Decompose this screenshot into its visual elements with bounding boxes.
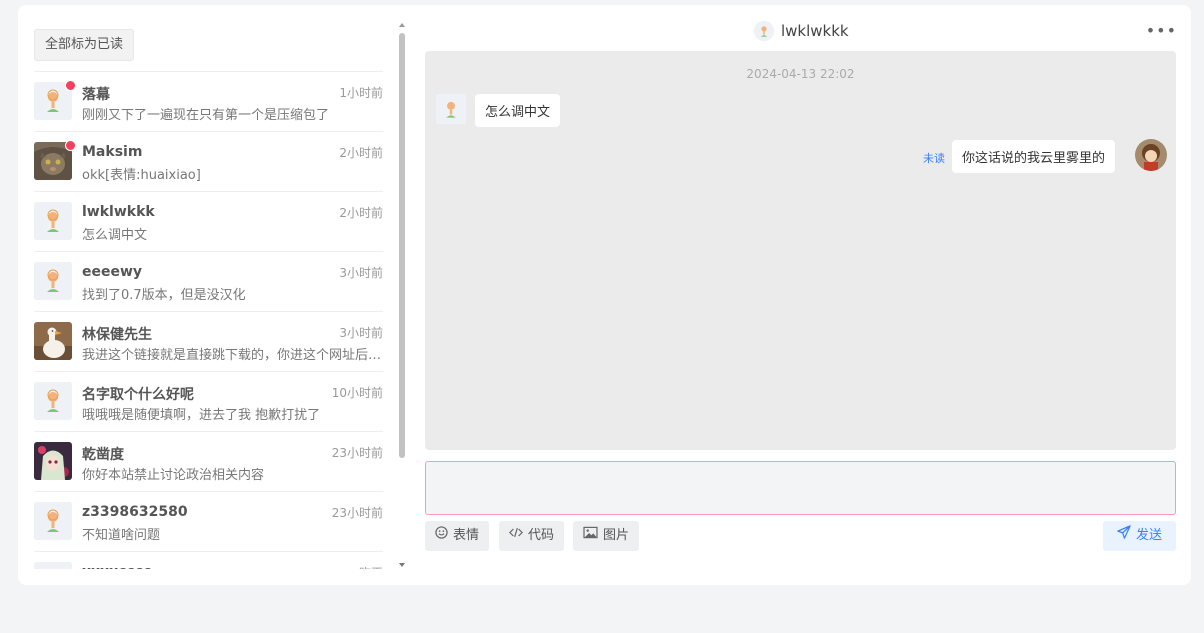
unread-status: 未读 — [923, 152, 945, 165]
conversation-name: xxxxcccc — [82, 564, 151, 569]
scrollbar-thumb[interactable] — [399, 33, 405, 458]
send-button[interactable]: 发送 — [1102, 521, 1176, 551]
received-message-bubble: 怎么调中文 — [475, 94, 561, 127]
conversation-item[interactable]: 乾凿度 23小时前你好本站禁止讨论政治相关内容 — [34, 431, 383, 491]
mark-all-read-button[interactable]: 全部标为已读 — [34, 29, 135, 61]
conversation-name: lwklwkkk — [82, 204, 155, 220]
conversation-time: 2小时前 — [339, 206, 383, 220]
conversation-item[interactable]: 林保健先生 3小时前我进这个链接就是直接跳下载的，你进这个网址后稍... — [34, 311, 383, 371]
my-avatar — [1135, 139, 1167, 171]
conversation-time: 23小时前 — [331, 446, 383, 460]
code-label: 代码 — [528, 528, 555, 543]
conversation-time: 1小时前 — [339, 86, 383, 100]
conversation-avatar — [34, 562, 72, 569]
conversation-preview: 不知道啥问题 — [82, 528, 161, 543]
conversation-preview: 你好本站禁止讨论政治相关内容 — [82, 468, 265, 483]
code-button[interactable]: 代码 — [499, 521, 565, 551]
conversation-time: 昨天 — [359, 564, 383, 569]
chat-header: lwklwkkk ••• — [425, 15, 1177, 47]
image-label: 图片 — [603, 528, 630, 543]
conversation-item[interactable]: 落幕 1小时前 刚刚又下了一遍现在只有第一个是压缩包了 — [34, 71, 383, 131]
conversation-avatar — [34, 502, 72, 540]
conversation-list: 落幕 1小时前 刚刚又下了一遍现在只有第一个是压缩包了 Maksim 2小时前 okk[表… — [34, 71, 383, 569]
chat-title: lwklwkkk — [781, 22, 849, 40]
conversation-avatar — [34, 382, 72, 420]
conversation-preview: 刚刚又下了一遍现在只有第一个是压缩包了 — [82, 108, 330, 123]
partner-avatar — [436, 94, 466, 124]
sent-message-bubble: 你这话说的我云里雾里的 — [952, 140, 1116, 173]
unread-dot — [65, 140, 76, 151]
message-area: 2024-04-13 22:02 怎么调中文 未读 你这话说的我云里雾里的 — [425, 51, 1176, 450]
conversation-name: 林保健先生 — [82, 327, 152, 343]
conversation-name: 名字取个什么好呢 — [82, 387, 194, 403]
conversation-sidebar: 全部标为已读 落幕 1小时前 刚刚又下了一遍现在只有第一个是压缩包了 Maksim 2小… — [34, 21, 383, 569]
image-button[interactable]: 图片 — [573, 521, 640, 551]
conversation-name: Maksim — [82, 144, 143, 160]
conversation-item[interactable]: xxxxcccc 昨天 — [34, 551, 383, 569]
conversation-item[interactable]: lwklwkkk 2小时前怎么调中文 — [34, 191, 383, 251]
conversation-item[interactable]: eeeewy 3小时前找到了0.7版本，但是没汉化 — [34, 251, 383, 311]
conversation-name: 落幕 — [82, 87, 110, 103]
smile-icon — [435, 521, 448, 551]
conversation-avatar — [34, 322, 72, 360]
scroll-down-arrow-icon[interactable] — [399, 563, 405, 567]
message-date: 2024-04-13 22:02 — [746, 67, 855, 81]
chat-partner-avatar — [754, 21, 774, 41]
conversation-preview: 哦哦哦是随便填啊，进去了我 抱歉打扰了 — [82, 408, 321, 423]
send-label: 发送 — [1135, 528, 1162, 543]
conversation-avatar — [34, 442, 72, 480]
messages-panel: 全部标为已读 落幕 1小时前 刚刚又下了一遍现在只有第一个是压缩包了 Maksim 2小… — [18, 5, 1191, 585]
conversation-time: 10小时前 — [331, 386, 383, 400]
paper-plane-icon — [1117, 521, 1131, 551]
conversation-time: 2小时前 — [339, 146, 383, 160]
conversation-preview: 怎么调中文 — [82, 228, 148, 243]
conversation-preview: okk[表情:huaixiao] — [82, 168, 201, 183]
conversation-name: 乾凿度 — [82, 447, 124, 463]
conversation-name: eeeewy — [82, 264, 143, 280]
unread-dot — [65, 80, 76, 91]
message-input[interactable] — [425, 461, 1176, 515]
conversation-time: 3小时前 — [339, 326, 383, 340]
conversation-avatar — [34, 262, 72, 300]
conversation-item[interactable]: Maksim 2小时前 okk[表情:huaixiao] — [34, 131, 383, 191]
conversation-item[interactable]: 名字取个什么好呢 10小时前 哦哦哦是随便填啊，进去了我 抱歉打扰了 — [34, 371, 383, 431]
conversation-scrollbar[interactable] — [398, 21, 408, 569]
conversation-preview: 我进这个链接就是直接跳下载的，你进这个网址后稍... — [82, 348, 382, 363]
conversation-time: 3小时前 — [339, 266, 383, 280]
conversation-time: 23小时前 — [331, 506, 383, 520]
emoji-button[interactable]: 表情 — [425, 521, 490, 551]
conversation-preview: 找到了0.7版本，但是没汉化 — [82, 288, 246, 303]
more-options-icon[interactable]: ••• — [1146, 21, 1177, 40]
scroll-up-arrow-icon[interactable] — [399, 23, 405, 27]
conversation-name: z3398632580 — [82, 504, 188, 520]
image-icon — [583, 521, 598, 551]
emoji-label: 表情 — [453, 528, 480, 543]
code-icon — [509, 521, 523, 551]
conversation-item[interactable]: z3398632580 23小时前不知道啥问题 — [34, 491, 383, 551]
conversation-avatar — [34, 202, 72, 240]
